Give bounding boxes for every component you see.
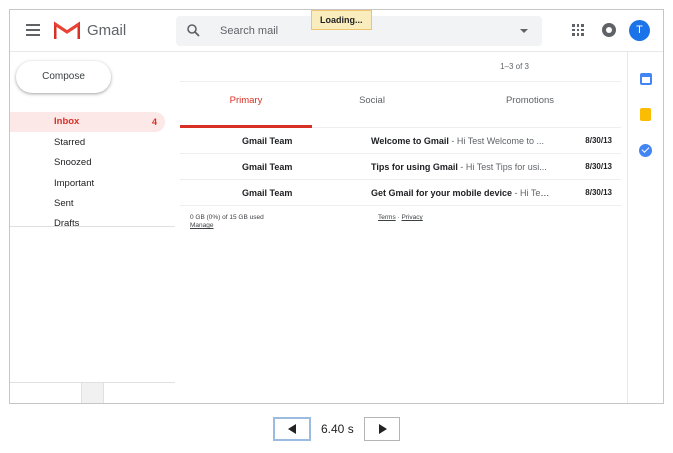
email-row[interactable]: Gmail Team Welcome to Gmail - Hi Test We…	[180, 128, 621, 154]
gmail-logo-icon[interactable]	[54, 21, 80, 40]
sidebar-item-label: Inbox	[54, 116, 80, 127]
email-sender: Gmail Team	[242, 136, 293, 146]
email-snippet: - Hi Test Welcome to ...	[448, 136, 545, 146]
sidebar-footer-button[interactable]	[81, 383, 104, 403]
search-options-dropdown-icon[interactable]	[520, 29, 528, 33]
sidebar-item-snoozed[interactable]: Snoozed	[10, 153, 165, 173]
email-row[interactable]: Gmail Team Tips for using Gmail - Hi Tes…	[180, 154, 621, 180]
header: Gmail Loading... T	[10, 10, 663, 52]
sidebar-item-starred[interactable]: Starred	[10, 133, 165, 153]
search-icon[interactable]	[187, 24, 200, 37]
email-snippet: - Hi Tes...	[512, 188, 551, 198]
footer-links: Terms · Privacy	[378, 214, 423, 221]
compose-button[interactable]: Compose	[16, 61, 111, 93]
email-subject: Welcome to Gmail	[371, 136, 449, 146]
sidebar: Compose Inbox 4 Starred Snoozed Importan…	[10, 52, 175, 403]
unread-count: 4	[151, 117, 157, 127]
message-list-pane: 1–3 of 3 Primary Social Promotions Gmail…	[175, 52, 627, 403]
previous-button[interactable]	[273, 417, 311, 441]
storage-usage: 0 GB (0%) of 15 GB used	[190, 214, 264, 221]
sidebar-item-label: Snoozed	[54, 157, 92, 168]
email-snippet: - Hi Test Tips for usi...	[457, 162, 547, 172]
email-date: 8/30/13	[585, 188, 612, 197]
email-subject: Get Gmail for your mobile device	[371, 188, 513, 198]
email-subject-snippet: Get Gmail for your mobile device - Hi Te…	[371, 188, 551, 198]
calendar-icon[interactable]	[640, 73, 652, 85]
playback-time: 6.40 s	[321, 422, 354, 436]
pager-text: 1–3 of 3	[500, 62, 529, 71]
tab-promotions[interactable]: Promotions	[465, 82, 595, 119]
email-sender: Gmail Team	[242, 162, 293, 172]
sidebar-item-sent[interactable]: Sent	[10, 194, 165, 214]
apps-grid-icon[interactable]	[572, 24, 584, 36]
email-date: 8/30/13	[585, 136, 612, 145]
email-subject-snippet: Welcome to Gmail - Hi Test Welcome to ..…	[371, 136, 551, 146]
terms-link[interactable]: Terms	[378, 214, 396, 221]
sidebar-item-label: Important	[54, 178, 95, 189]
keep-icon[interactable]	[640, 108, 651, 121]
email-sender: Gmail Team	[242, 188, 293, 198]
email-date: 8/30/13	[585, 162, 612, 171]
email-subject-snippet: Tips for using Gmail - Hi Test Tips for …	[371, 162, 551, 172]
privacy-link[interactable]: Privacy	[401, 214, 422, 221]
menu-icon[interactable]	[26, 24, 40, 36]
app-title[interactable]: Gmail	[87, 22, 126, 39]
next-button[interactable]	[364, 417, 400, 441]
side-panel	[627, 52, 663, 403]
sidebar-item-important[interactable]: Important	[10, 174, 165, 194]
email-row[interactable]: Gmail Team Get Gmail for your mobile dev…	[180, 180, 621, 206]
gmail-window: Gmail Loading... T Compose Inbox 4 Starr…	[9, 9, 664, 404]
notifications-icon[interactable]	[602, 23, 616, 37]
account-avatar[interactable]: T	[629, 20, 650, 41]
sidebar-item-label: Starred	[54, 137, 86, 148]
sidebar-item-label: Sent	[54, 198, 74, 209]
tab-social[interactable]: Social	[312, 82, 432, 119]
tab-primary[interactable]: Primary	[180, 82, 312, 119]
loading-indicator: Loading...	[311, 10, 372, 30]
email-subject: Tips for using Gmail	[371, 162, 458, 172]
sidebar-item-inbox[interactable]: Inbox 4	[10, 112, 165, 132]
manage-storage-link[interactable]: Manage	[190, 222, 214, 229]
tasks-icon[interactable]	[639, 144, 652, 157]
sidebar-footer	[10, 382, 175, 403]
sidebar-scroll-area	[10, 226, 175, 403]
